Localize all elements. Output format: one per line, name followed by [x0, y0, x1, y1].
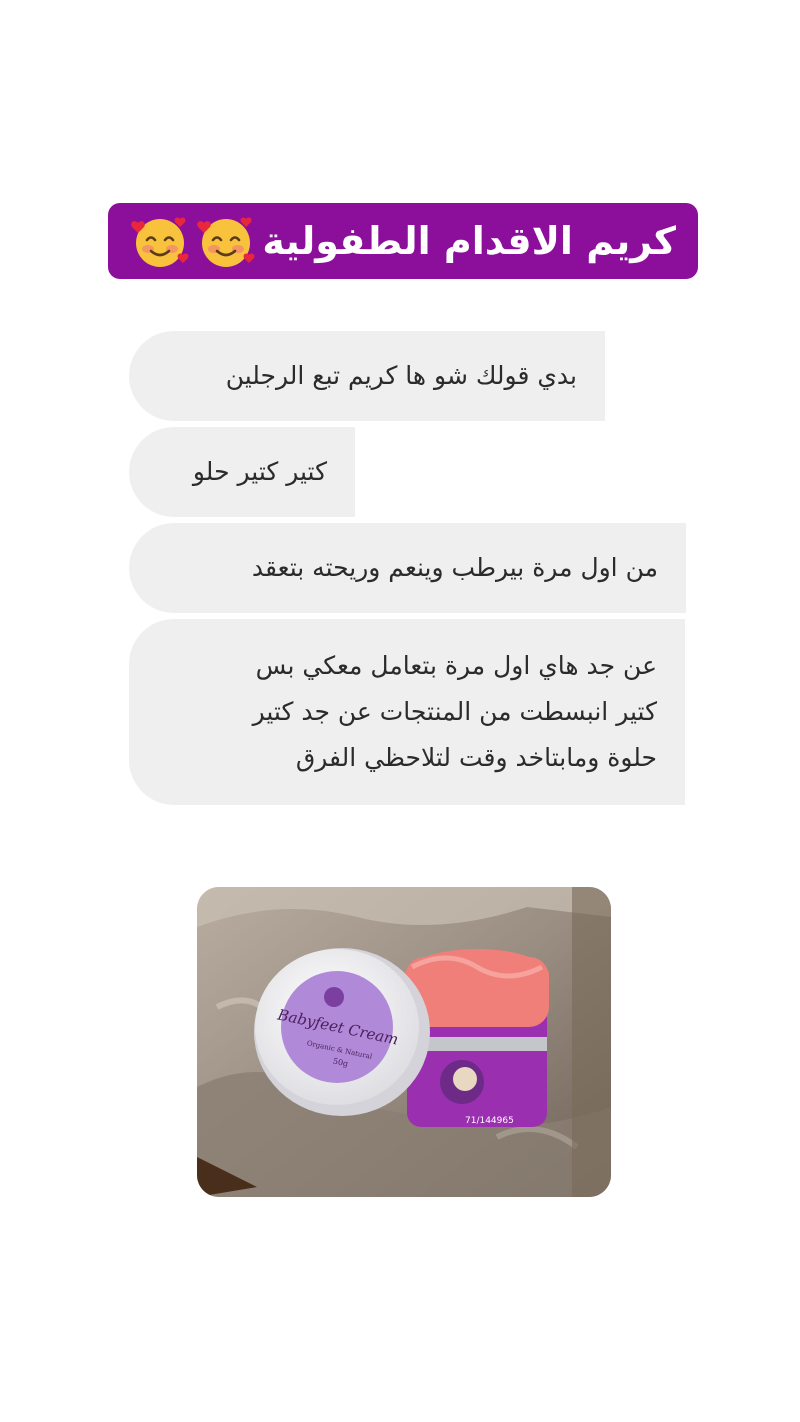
page-title: كريم الاقدام الطفولية [262, 219, 676, 263]
title-banner: كريم الاقدام الطفولية [108, 203, 698, 279]
smiling-face-with-hearts-icon [196, 211, 256, 271]
message-bubble: من اول مرة بيرطب وينعم وريحته بتعقد [129, 523, 686, 613]
message-line: كتير انبسطت من المنتجات عن جد كتير [252, 697, 657, 726]
smiling-face-with-hearts-icon [130, 211, 190, 271]
message-line: كتير كتير حلو [192, 457, 327, 486]
message-line: حلوة ومابتاخد وقت لتلاحظي الفرق [295, 743, 657, 772]
message-bubble: كتير كتير حلو [129, 427, 355, 517]
message-line: عن جد هاي اول مرة بتعامل معكي بس [255, 651, 657, 680]
product-photo: Babyfeet Cream Organic & Natural 50g 71/… [197, 887, 611, 1197]
message-line: بدي قولك شو ها كريم تبع الرجلين [225, 361, 577, 390]
message-bubble: بدي قولك شو ها كريم تبع الرجلين [129, 331, 605, 421]
message-line: من اول مرة بيرطب وينعم وريحته بتعقد [251, 553, 658, 582]
product-phone: 71/144965 [465, 1116, 514, 1126]
message-bubble: عن جد هاي اول مرة بتعامل معكي بس كتير ان… [129, 619, 685, 805]
